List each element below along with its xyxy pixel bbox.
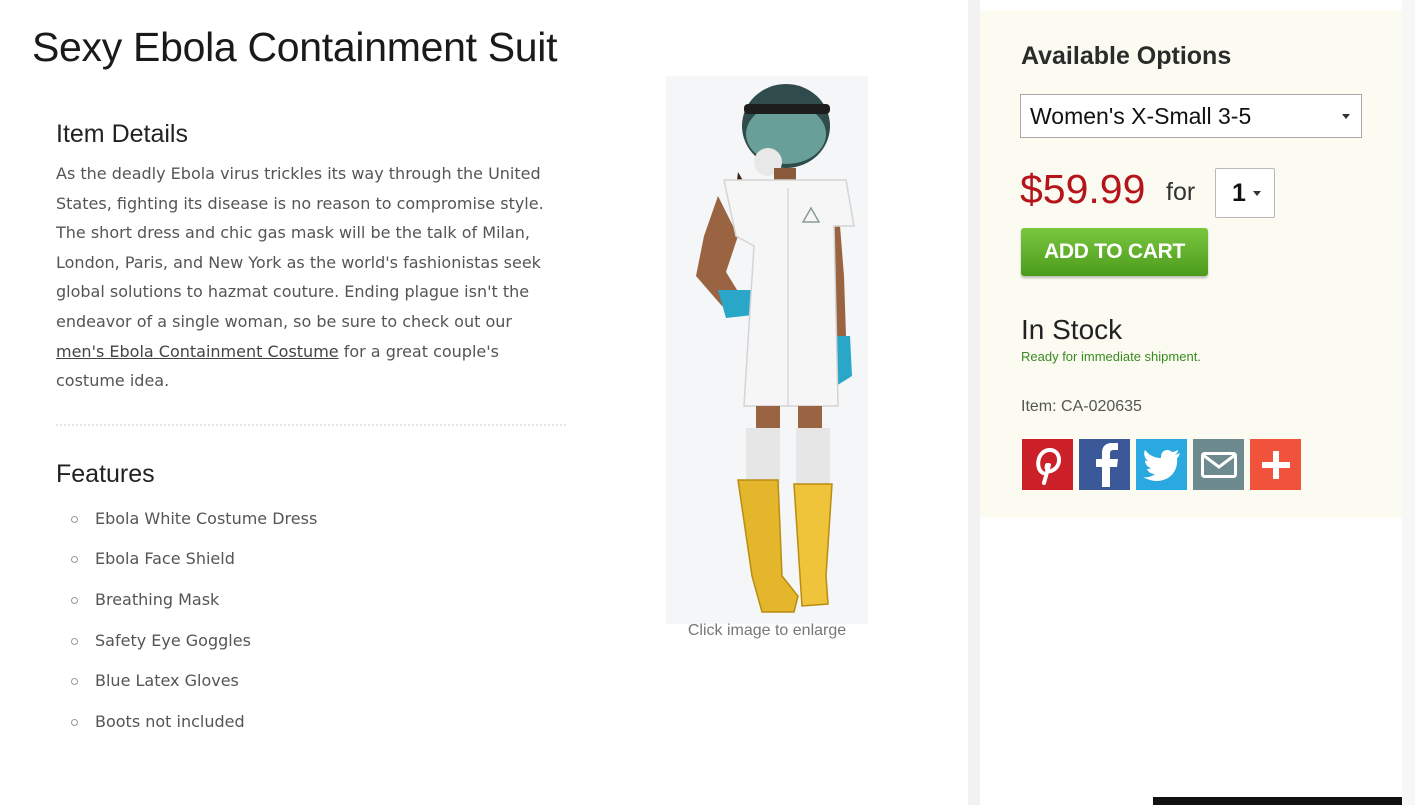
plus-icon: [1261, 450, 1290, 479]
more-share-button[interactable]: [1250, 439, 1301, 490]
share-buttons: [1022, 439, 1301, 490]
quantity-select[interactable]: 1: [1215, 168, 1275, 218]
column-divider: [968, 0, 980, 805]
features-list: Ebola White Costume Dress Ebola Face Shi…: [56, 499, 576, 743]
size-select[interactable]: Women's X-Small 3-5: [1020, 94, 1362, 138]
quantity-value: 1: [1232, 179, 1246, 207]
bottom-overlay-bar: [1153, 797, 1402, 805]
features-heading: Features: [56, 459, 155, 488]
item-info-column: Item Details As the deadly Ebola virus t…: [56, 120, 576, 742]
facebook-share-button[interactable]: [1079, 439, 1130, 490]
price: $59.99: [1020, 166, 1146, 212]
size-select-value: Women's X-Small 3-5: [1030, 103, 1252, 129]
twitter-icon: [1142, 449, 1180, 481]
dropdown-arrow-icon: [1342, 114, 1350, 119]
feature-item: Ebola White Costume Dress: [56, 499, 576, 540]
page-edge: [1402, 0, 1415, 805]
feature-item: Ebola Face Shield: [56, 539, 576, 580]
pinterest-icon: [1035, 447, 1061, 485]
page-title: Sexy Ebola Containment Suit: [32, 24, 558, 70]
bullet-icon: [71, 515, 78, 523]
dropdown-arrow-icon: [1253, 191, 1261, 196]
facebook-icon: [1095, 442, 1118, 487]
add-to-cart-button[interactable]: ADD TO CART: [1021, 228, 1208, 276]
item-description: As the deadly Ebola virus trickles its w…: [56, 159, 561, 396]
stock-status: In Stock: [1021, 314, 1123, 345]
section-divider: [56, 423, 566, 426]
pinterest-share-button[interactable]: [1022, 439, 1073, 490]
feature-item: Safety Eye Goggles: [56, 621, 576, 662]
email-share-button[interactable]: [1193, 439, 1244, 490]
bullet-icon: [71, 718, 78, 726]
feature-item: Breathing Mask: [56, 580, 576, 621]
bullet-icon: [71, 596, 78, 604]
mens-costume-link[interactable]: men's Ebola Containment Costume: [56, 342, 339, 361]
image-caption: Click image to enlarge: [687, 622, 847, 639]
product-image[interactable]: [666, 76, 868, 624]
description-text: As the deadly Ebola virus trickles its w…: [56, 164, 544, 331]
bullet-icon: [71, 556, 78, 564]
item-details-heading: Item Details: [56, 120, 188, 148]
feature-item: Blue Latex Gloves: [56, 661, 576, 702]
twitter-share-button[interactable]: [1136, 439, 1187, 490]
item-number: Item: CA-020635: [1021, 398, 1142, 415]
stock-note: Ready for immediate shipment.: [1021, 349, 1201, 364]
feature-item: Boots not included: [56, 702, 576, 743]
for-label: for: [1166, 178, 1196, 206]
bullet-icon: [71, 678, 78, 686]
bullet-icon: [71, 637, 78, 645]
email-icon: [1200, 451, 1237, 478]
available-options-heading: Available Options: [1021, 42, 1232, 70]
costume-figure-illustration: [696, 84, 855, 613]
